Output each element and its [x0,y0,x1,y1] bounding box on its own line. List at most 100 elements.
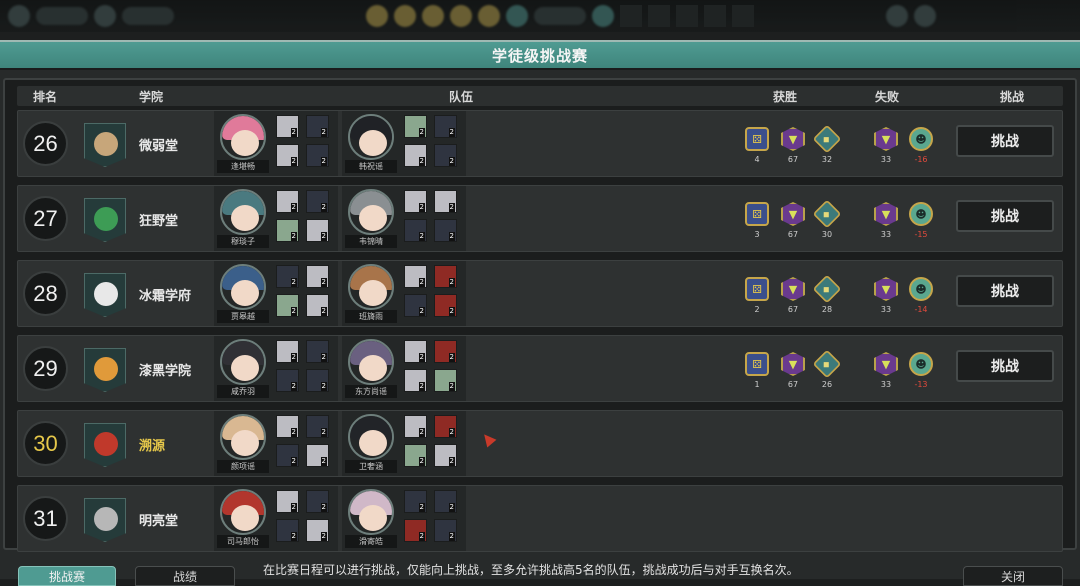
challenge-tab-button[interactable]: 挑战赛 [18,566,116,586]
member-portrait[interactable]: 2 [434,369,457,392]
member-portrait[interactable]: 2 [404,340,427,363]
diamond-badge-icon[interactable]: ◆ [812,274,842,304]
triangle-gem-icon[interactable]: ▼ [874,352,898,376]
member-portrait[interactable]: 2 [434,415,457,438]
member-portrait[interactable]: 2 [276,519,299,542]
menu-slot[interactable] [648,5,670,27]
member-portrait[interactable]: 2 [404,444,427,467]
member-portrait[interactable]: 2 [404,369,427,392]
member-portrait[interactable]: 2 [276,369,299,392]
member-portrait[interactable]: 2 [434,444,457,467]
leader-portrait[interactable] [348,264,394,310]
menu-icon[interactable] [394,5,416,27]
member-portrait[interactable]: 2 [404,190,427,213]
member-portrait[interactable]: 2 [276,219,299,242]
member-portrait[interactable]: 2 [276,265,299,288]
menu-slot[interactable] [704,5,726,27]
member-portrait[interactable]: 2 [306,265,329,288]
challenge-button[interactable]: 挑战 [956,200,1054,232]
alien-coin-icon[interactable]: ☻ [909,202,933,226]
member-portrait[interactable]: 2 [276,115,299,138]
member-portrait[interactable]: 2 [404,115,427,138]
leader-portrait[interactable] [220,264,266,310]
member-portrait[interactable]: 2 [404,219,427,242]
close-button[interactable]: 关闭 [963,566,1063,586]
member-portrait[interactable]: 2 [306,490,329,513]
leader-portrait[interactable] [348,489,394,535]
menu-icon[interactable] [366,5,388,27]
diamond-badge-icon[interactable]: ◆ [812,124,842,154]
alien-coin-icon[interactable]: ☻ [909,277,933,301]
member-portrait[interactable]: 2 [404,415,427,438]
dice-badge-icon[interactable]: ⚄ [745,202,769,226]
alien-coin-icon[interactable]: ☻ [909,127,933,151]
leader-portrait[interactable] [220,114,266,160]
system-icon[interactable] [886,5,908,27]
diamond-badge-icon[interactable]: ◆ [812,349,842,379]
dice-badge-icon[interactable]: ⚄ [745,352,769,376]
menu-slot[interactable] [676,5,698,27]
triangle-gem-icon[interactable]: ▼ [781,202,805,226]
member-portrait[interactable]: 2 [434,190,457,213]
member-portrait[interactable]: 2 [404,265,427,288]
menu-icon[interactable] [450,5,472,27]
member-portrait[interactable]: 2 [306,415,329,438]
member-portrait[interactable]: 2 [306,144,329,167]
triangle-gem-icon[interactable]: ▼ [781,277,805,301]
member-portrait[interactable]: 2 [276,144,299,167]
member-portrait[interactable]: 2 [276,190,299,213]
leader-portrait[interactable] [348,414,394,460]
record-tab-button[interactable]: 战绩 [135,566,235,586]
member-portrait[interactable]: 2 [306,444,329,467]
member-portrait[interactable]: 2 [434,144,457,167]
diamond-badge-icon[interactable]: ◆ [812,199,842,229]
leader-portrait[interactable] [220,339,266,385]
member-portrait[interactable]: 2 [306,190,329,213]
triangle-gem-icon[interactable]: ▼ [874,277,898,301]
leader-portrait[interactable] [220,489,266,535]
leader-portrait[interactable] [348,114,394,160]
triangle-gem-icon[interactable]: ▼ [874,127,898,151]
member-portrait[interactable]: 2 [276,415,299,438]
menu-icon[interactable] [422,5,444,27]
leader-portrait[interactable] [348,339,394,385]
member-portrait[interactable]: 2 [306,340,329,363]
member-portrait[interactable]: 2 [306,369,329,392]
member-portrait[interactable]: 2 [276,490,299,513]
member-portrait[interactable]: 2 [276,444,299,467]
challenge-button[interactable]: 挑战 [956,275,1054,307]
member-portrait[interactable]: 2 [306,294,329,317]
member-portrait[interactable]: 2 [434,115,457,138]
challenge-button[interactable]: 挑战 [956,125,1054,157]
member-portrait[interactable]: 2 [434,219,457,242]
member-portrait[interactable]: 2 [306,519,329,542]
triangle-gem-icon[interactable]: ▼ [874,202,898,226]
member-portrait[interactable]: 2 [434,340,457,363]
challenge-button[interactable]: 挑战 [956,350,1054,382]
menu-slot[interactable] [732,5,754,27]
triangle-gem-icon[interactable]: ▼ [781,352,805,376]
dice-badge-icon[interactable]: ⚄ [745,127,769,151]
member-portrait[interactable]: 2 [276,294,299,317]
member-portrait[interactable]: 2 [434,294,457,317]
leader-portrait[interactable] [220,189,266,235]
member-portrait[interactable]: 2 [306,115,329,138]
avatar-icon[interactable] [8,5,30,27]
member-portrait[interactable]: 2 [404,490,427,513]
member-portrait[interactable]: 2 [434,490,457,513]
menu-icon[interactable] [592,5,614,27]
member-portrait[interactable]: 2 [434,265,457,288]
alien-coin-icon[interactable]: ☻ [909,352,933,376]
member-portrait[interactable]: 2 [434,519,457,542]
member-portrait[interactable]: 2 [276,340,299,363]
member-portrait[interactable]: 2 [404,519,427,542]
leader-portrait[interactable] [348,189,394,235]
dice-badge-icon[interactable]: ⚄ [745,277,769,301]
system-icon[interactable] [914,5,936,27]
member-portrait[interactable]: 2 [306,219,329,242]
menu-slot[interactable] [620,5,642,27]
leader-portrait[interactable] [220,414,266,460]
member-portrait[interactable]: 2 [404,144,427,167]
menu-icon[interactable] [506,5,528,27]
triangle-gem-icon[interactable]: ▼ [781,127,805,151]
